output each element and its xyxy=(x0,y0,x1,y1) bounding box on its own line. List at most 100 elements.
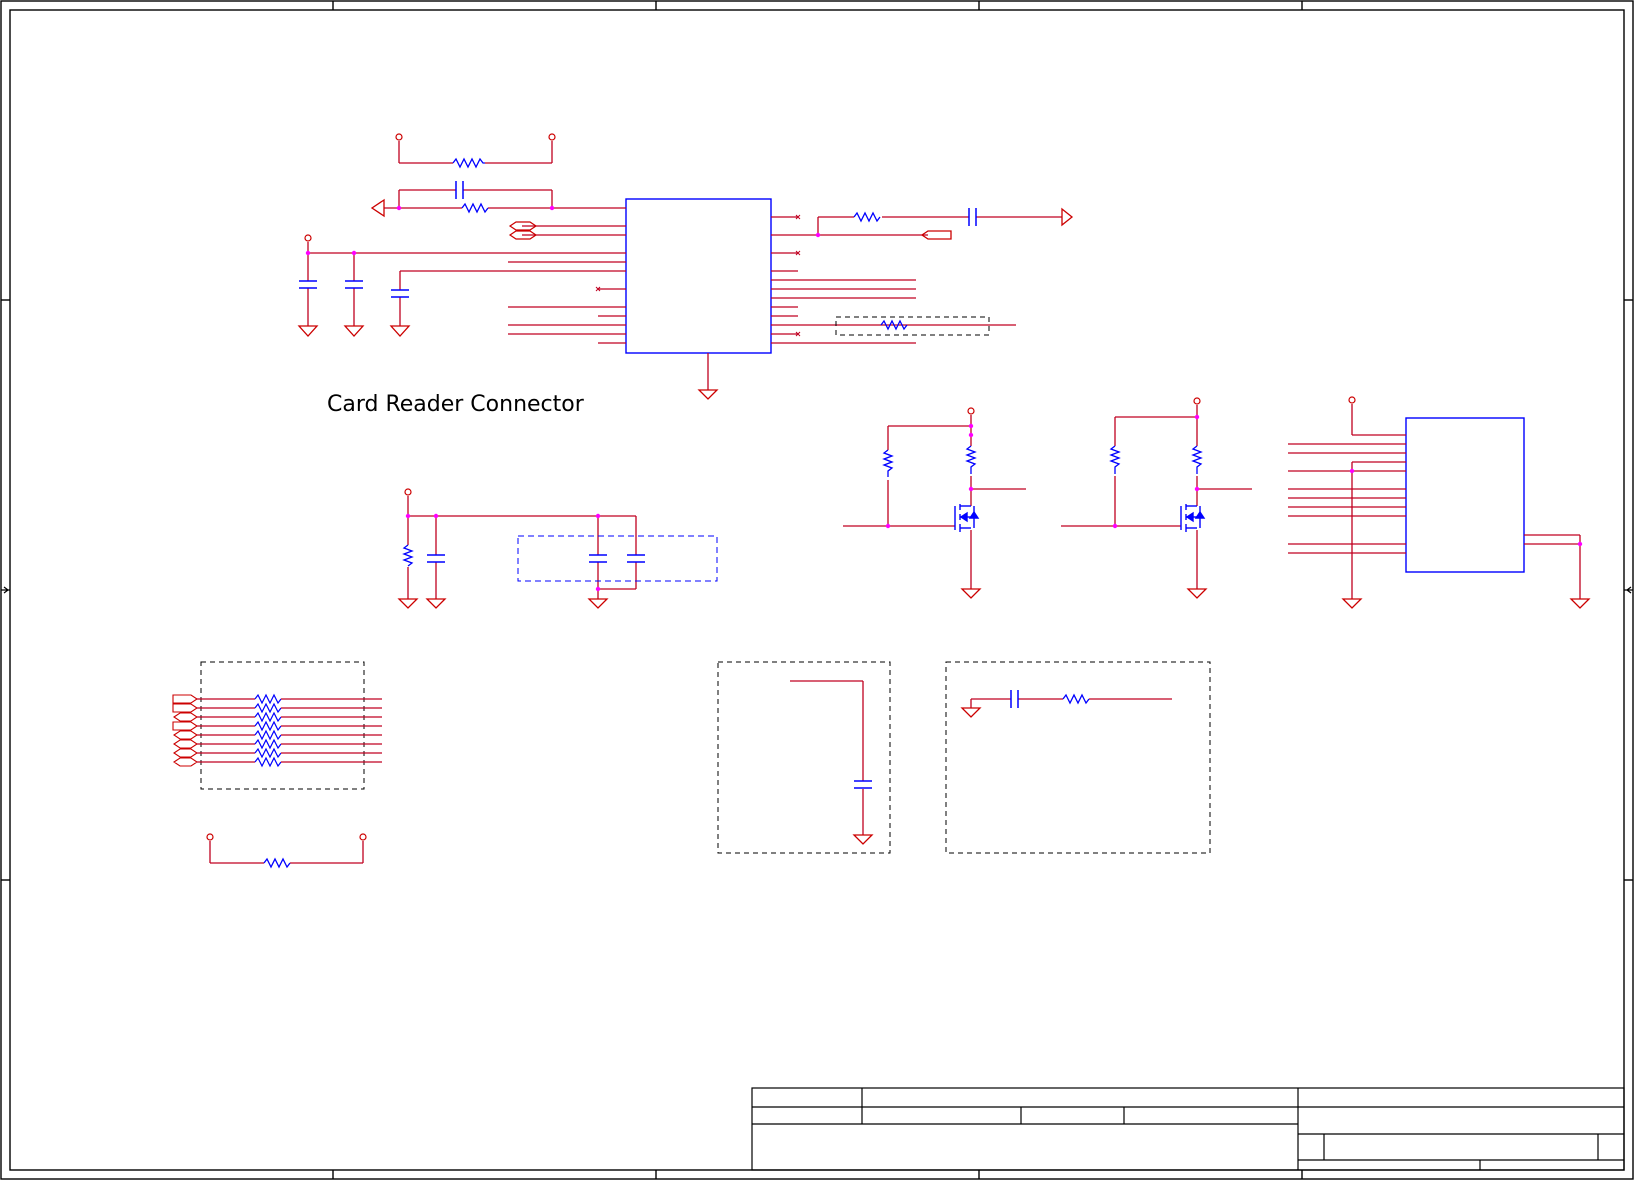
resistor-icon xyxy=(1191,445,1203,474)
resistor-icon xyxy=(254,747,282,759)
ground-icon xyxy=(343,325,365,337)
capacitor-icon xyxy=(299,280,317,289)
offpage-connector-icon xyxy=(172,703,198,713)
resistor-icon xyxy=(254,693,282,705)
power-pin-icon xyxy=(548,133,556,141)
junction-dot xyxy=(351,250,357,256)
junction-dot xyxy=(595,586,601,592)
mosfet2-net xyxy=(1061,405,1252,589)
ground-icon xyxy=(1341,598,1363,609)
ground-icon xyxy=(697,389,719,400)
ground-icon xyxy=(389,325,411,337)
junction-dot xyxy=(305,250,311,256)
junction-dot xyxy=(433,513,439,519)
card-reader-ic xyxy=(625,198,772,354)
optional-cap-group-box xyxy=(517,535,718,582)
offpage-connector-icon xyxy=(173,757,198,767)
power-pin-icon xyxy=(206,833,214,841)
series-resistor-row xyxy=(172,693,382,705)
resistor-icon xyxy=(1062,693,1090,705)
junction-dot xyxy=(1194,414,1200,420)
right-top-net xyxy=(817,216,1062,236)
series-resistor-row xyxy=(172,720,382,732)
series-resistor-row xyxy=(172,702,382,714)
junction-dot xyxy=(885,523,891,529)
capacitor-icon xyxy=(455,181,464,199)
resistor-icon xyxy=(1109,445,1121,474)
title-block xyxy=(751,1087,1625,1171)
capacitor-icon xyxy=(627,554,645,563)
power-pin-icon xyxy=(1348,396,1356,404)
resistor-icon xyxy=(254,756,282,768)
junction-dot xyxy=(968,432,974,438)
capacitor-icon xyxy=(854,780,872,789)
resistor-icon xyxy=(254,738,282,750)
junction-dot xyxy=(1194,486,1200,492)
ground-icon xyxy=(960,588,982,599)
offpage-connector-icon xyxy=(173,712,198,722)
resistor-icon xyxy=(254,702,282,714)
power-pin-icon xyxy=(404,488,412,496)
optional-component-box xyxy=(835,316,990,336)
offpage-connector-icon xyxy=(173,730,198,740)
series-resistor-array xyxy=(172,693,382,768)
junction-dot xyxy=(1577,541,1583,547)
resistor-icon xyxy=(853,211,881,223)
junction-dot xyxy=(815,232,821,238)
mosfet1-net xyxy=(843,415,1026,589)
resistor-icon xyxy=(965,445,977,474)
junction-dot xyxy=(1112,523,1118,529)
capacitor-icon xyxy=(968,208,977,226)
resistor-icon xyxy=(254,711,282,723)
resistor-icon xyxy=(882,449,894,477)
capacitor-icon xyxy=(1010,690,1019,708)
junction-dot xyxy=(405,513,411,519)
connector-left-wires xyxy=(1288,404,1406,599)
bottom-left-net xyxy=(209,841,364,864)
resistor-icon xyxy=(254,720,282,732)
ground-icon xyxy=(587,598,609,609)
schematic-canvas: Card Reader Connector xyxy=(0,0,1634,1180)
capacitor-icon xyxy=(391,289,409,298)
schematic-sheet: Card Reader Connector xyxy=(0,0,1634,1180)
top-net-wires xyxy=(384,141,553,209)
offpage-connector-icon xyxy=(173,739,198,749)
resistor-icon xyxy=(254,729,282,741)
sheet-frame xyxy=(0,0,1634,1180)
junction-dot xyxy=(968,423,974,429)
power-pin-icon xyxy=(304,234,312,242)
offpage-connector-icon xyxy=(370,198,385,218)
power-pin-icon xyxy=(395,133,403,141)
filter-cap-net xyxy=(790,680,864,835)
resistor-icon xyxy=(263,857,291,869)
offpage-connector-icon xyxy=(173,748,198,758)
ground-icon xyxy=(425,598,447,609)
resistor-icon xyxy=(452,157,485,169)
series-resistor-row xyxy=(173,756,382,768)
power-pin-icon xyxy=(967,407,975,415)
power-pin-icon xyxy=(359,833,367,841)
bidirectional-port-icon xyxy=(508,221,538,240)
junction-dot xyxy=(595,513,601,519)
resistor-icon xyxy=(461,202,489,214)
junction-dot xyxy=(968,486,974,492)
junction-dot xyxy=(396,205,402,211)
mosfet-icon xyxy=(954,504,980,532)
offpage-connector-icon xyxy=(172,721,198,731)
series-resistor-row xyxy=(173,747,382,759)
ground-icon xyxy=(960,707,982,718)
section-title: Card Reader Connector xyxy=(327,392,585,417)
middle-left-net xyxy=(407,496,637,599)
ic-left-pin-wires xyxy=(308,207,626,344)
card-slot-connector xyxy=(1405,417,1525,573)
rc-snubber-box xyxy=(945,661,1211,854)
ground-icon xyxy=(1186,588,1208,599)
offpage-connector-icon xyxy=(1061,207,1074,227)
ground-icon xyxy=(397,598,419,609)
junction-dot xyxy=(549,205,555,211)
capacitor-icon xyxy=(589,554,607,563)
ground-icon xyxy=(852,834,874,845)
series-resistor-row xyxy=(173,729,382,741)
power-pin-icon xyxy=(1193,397,1201,405)
filter-cap-box xyxy=(717,661,891,854)
